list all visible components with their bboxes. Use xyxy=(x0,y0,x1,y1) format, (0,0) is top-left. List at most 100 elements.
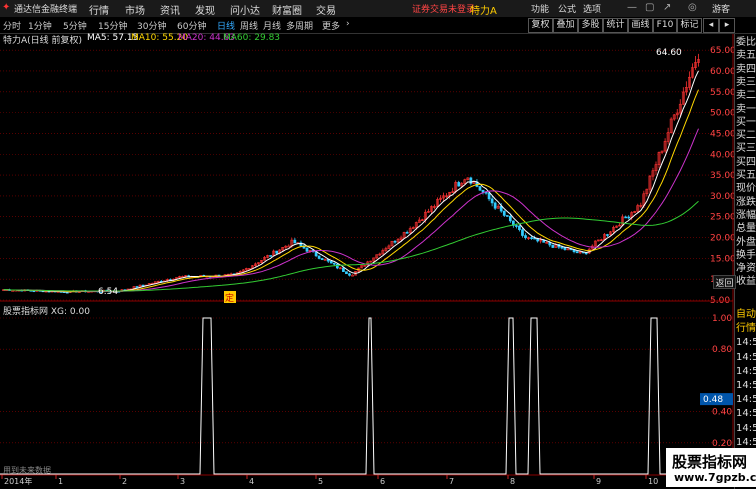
candle-body xyxy=(627,216,631,219)
candle-body xyxy=(393,240,397,243)
candle-body xyxy=(606,234,609,236)
candle-body xyxy=(317,255,321,259)
xg-signal-line xyxy=(0,317,733,475)
candle-body xyxy=(478,186,482,191)
side-time-label: 14:5 xyxy=(736,422,756,434)
candle-body xyxy=(624,216,628,219)
side-time-label: 14:5 xyxy=(736,394,756,406)
candle-body xyxy=(493,202,497,209)
side-time-label: 14:5 xyxy=(736,408,756,420)
side-label: 买五 xyxy=(736,170,756,181)
back-button[interactable]: 返回 xyxy=(713,275,736,289)
side-label: 买一 xyxy=(736,116,756,128)
candle-body xyxy=(575,251,579,254)
price-tick-label: 55.00 xyxy=(710,88,736,98)
candle-body xyxy=(275,250,279,254)
candle-body xyxy=(320,258,324,261)
candle-body xyxy=(521,229,524,236)
watermark-url: www.7gpzb.com xyxy=(674,471,756,484)
high-price-label: 64.60 xyxy=(656,48,682,58)
candle-body xyxy=(348,273,351,276)
side-label: 买二 xyxy=(736,130,756,142)
date-tick-label: 2014年 xyxy=(4,476,32,486)
side-label: 卖二 xyxy=(736,90,756,102)
side-label: 买四 xyxy=(736,156,756,168)
candle-body xyxy=(135,286,139,288)
date-tick-label: 2 xyxy=(122,477,127,486)
side-label: 现价 xyxy=(736,183,756,195)
side-time-label: 14:5 xyxy=(736,337,756,349)
candle-body xyxy=(332,262,336,265)
indicator-current-label: 0.48 xyxy=(703,395,723,405)
side-label: 卖五 xyxy=(736,50,756,62)
side-time-label: 行情 xyxy=(736,323,756,335)
kline-chart[interactable]: 65.00 60.00 55.00 50.00 45.00 40.00 35.00 30.00… xyxy=(0,0,756,487)
side-time-label: 14:5 xyxy=(736,436,756,448)
price-tick-label: 60.00 xyxy=(710,67,736,77)
indicator-tick-label: 0.40 xyxy=(712,408,732,418)
candle-body xyxy=(505,215,509,217)
candle-body xyxy=(342,267,345,272)
candle-body xyxy=(524,235,527,239)
side-label: 涨幅 xyxy=(736,209,756,221)
side-label: 卖三 xyxy=(736,76,756,88)
candle-body xyxy=(351,274,354,277)
side-label: 外盘 xyxy=(736,236,756,248)
candle-body xyxy=(345,271,348,275)
date-tick-label: 5 xyxy=(318,477,323,486)
date-tick-label: 8 xyxy=(510,477,515,486)
candle-body xyxy=(508,215,512,222)
side-label: 总量 xyxy=(736,223,756,235)
candle-body xyxy=(515,225,518,227)
date-tick-label: 1 xyxy=(58,477,63,486)
date-tick-label: 9 xyxy=(596,477,601,486)
watermark-title: 股票指标网 xyxy=(672,453,748,471)
price-tick-label: 40.00 xyxy=(710,150,736,160)
candle-body xyxy=(469,177,473,184)
price-tick-label: 15.00 xyxy=(710,254,736,264)
side-time-label: 14:5 xyxy=(736,351,756,363)
indicator-footer: 用到未来数据 xyxy=(3,466,51,475)
side-label: 净资 xyxy=(736,263,756,275)
price-tick-label: 20.00 xyxy=(710,234,736,244)
candle-body xyxy=(560,246,564,249)
side-label: 收益 xyxy=(736,276,756,288)
price-tick-label: 45.00 xyxy=(710,129,736,139)
side-label: 涨跌 xyxy=(736,196,756,208)
side-label: 卖一 xyxy=(736,103,756,115)
date-tick-label: 3 xyxy=(180,477,185,486)
date-tick-label: 7 xyxy=(449,477,454,486)
side-label: 买三 xyxy=(736,143,756,155)
date-tick-label: 10 xyxy=(648,477,658,486)
side-label: 卖四 xyxy=(736,63,756,75)
indicator-title: 股票指标网 XG: 0.00 xyxy=(3,307,90,317)
candle-body xyxy=(490,198,494,204)
candle-body xyxy=(329,260,333,264)
candle-body xyxy=(530,237,533,239)
candle-body xyxy=(563,247,567,250)
candle-body xyxy=(11,290,14,292)
date-tick-label: 4 xyxy=(249,477,254,486)
candle-body xyxy=(305,247,309,252)
candle-body xyxy=(335,263,339,269)
candle-body xyxy=(293,239,297,244)
candle-body xyxy=(287,245,291,248)
side-time-label: 14:5 xyxy=(736,380,756,391)
candle-body xyxy=(584,252,588,255)
side-label: 换手 xyxy=(736,249,756,261)
candle-body xyxy=(487,192,491,200)
price-tick-label: 50.00 xyxy=(710,109,736,119)
price-tick-label: 35.00 xyxy=(710,171,736,181)
side-time-label: 自动 xyxy=(736,309,756,320)
low-price-label: 6.54 xyxy=(98,287,118,297)
ma10-line xyxy=(3,89,699,293)
indicator-tick-label: 1.00 xyxy=(712,314,732,324)
marker-label: 定 xyxy=(225,292,234,304)
side-label: 委比 xyxy=(736,37,756,48)
side-time-label: 14:5 xyxy=(736,365,756,377)
candle-body xyxy=(405,232,409,234)
candle-body xyxy=(502,210,506,216)
price-tick-label: 30.00 xyxy=(710,192,736,202)
candle-body xyxy=(269,255,272,257)
watermark-box: 股票指标网 www.7gpzb.com xyxy=(666,448,756,487)
